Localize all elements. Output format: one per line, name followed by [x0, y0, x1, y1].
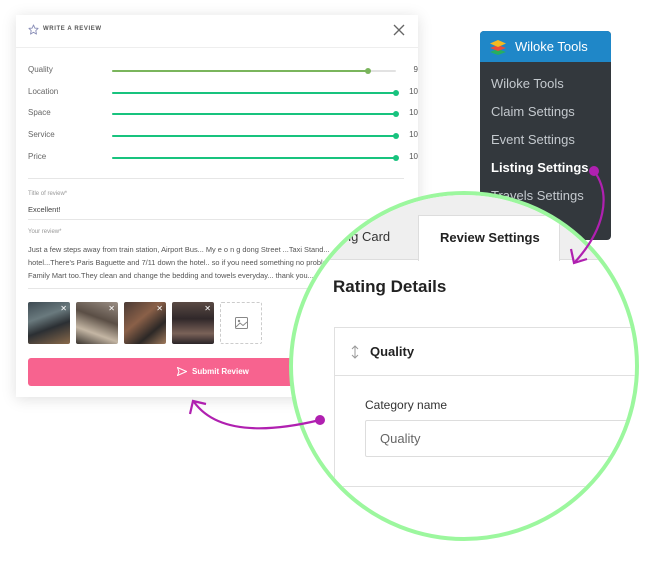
- slider-fill: [112, 157, 396, 159]
- section-title: Rating Details: [333, 277, 447, 296]
- tab-review-settings-label: Review Settings: [440, 230, 540, 245]
- divider: [28, 178, 404, 179]
- slider-handle[interactable]: [393, 90, 399, 96]
- slider-handle[interactable]: [393, 155, 399, 161]
- modal-header: WRITE A REVIEW: [16, 15, 418, 48]
- rating-slider-service[interactable]: Service 10: [28, 130, 418, 142]
- zoom-magnifier: ing Card Review Settings Rating Details …: [289, 191, 639, 541]
- image-icon: [235, 317, 248, 329]
- review-line: hotel...There's Paris Baguette and 7/11 …: [28, 258, 340, 267]
- rating-slider-quality[interactable]: Quality 9: [28, 65, 418, 77]
- menu-item-wiloke-tools[interactable]: Wiloke Tools: [491, 76, 564, 91]
- wiloke-menu-header[interactable]: Wiloke Tools: [480, 31, 611, 62]
- slider-track[interactable]: [112, 90, 399, 96]
- review-line: Family Mart too.They clean and change th…: [28, 271, 314, 280]
- category-name-input[interactable]: [365, 420, 635, 457]
- settings-tabs: ing Card Review Settings: [293, 195, 635, 261]
- rating-label: Price: [28, 152, 47, 161]
- tab-review-settings[interactable]: Review Settings: [418, 215, 560, 261]
- review-line: Just a few steps away from train station…: [28, 245, 330, 254]
- rating-value: 9: [413, 65, 418, 74]
- title-field-input[interactable]: Excellent!: [28, 205, 61, 214]
- rating-value: 10: [409, 108, 418, 117]
- rating-value: 10: [409, 87, 418, 96]
- remove-photo-icon[interactable]: ✕: [108, 304, 115, 314]
- photo-thumbnail: ✕: [172, 302, 214, 344]
- slider-fill: [112, 92, 396, 94]
- quality-panel-header[interactable]: Quality: [335, 328, 635, 376]
- photo-thumbnail: ✕: [124, 302, 166, 344]
- category-name-label: Category name: [365, 398, 448, 412]
- rating-label: Quality: [28, 65, 53, 74]
- rating-label: Space: [28, 108, 51, 117]
- review-field-label: Your review*: [28, 229, 62, 235]
- slider-track[interactable]: [112, 111, 399, 117]
- slider-handle[interactable]: [393, 111, 399, 117]
- slider-track[interactable]: [112, 68, 396, 74]
- send-icon: [177, 367, 187, 376]
- slider-handle[interactable]: [364, 68, 371, 74]
- remove-photo-icon[interactable]: ✕: [156, 304, 163, 314]
- slider-track[interactable]: [112, 155, 399, 161]
- rating-slider-space[interactable]: Space 10: [28, 108, 418, 120]
- slider-fill: [112, 70, 368, 72]
- wiloke-menu-title: Wiloke Tools: [515, 39, 588, 54]
- photo-thumbnail: ✕: [76, 302, 118, 344]
- drag-handle-icon[interactable]: [351, 345, 359, 359]
- tab-listing-card[interactable]: ing Card: [341, 229, 390, 244]
- modal-title: WRITE A REVIEW: [43, 26, 102, 32]
- close-icon[interactable]: [393, 24, 405, 36]
- menu-item-listing-settings[interactable]: Listing Settings: [491, 160, 589, 175]
- title-field-label: Title of review*: [28, 191, 68, 197]
- rating-value: 10: [409, 130, 418, 139]
- review-textarea[interactable]: Just a few steps away from train station…: [28, 243, 340, 282]
- remove-photo-icon[interactable]: ✕: [204, 304, 211, 314]
- rating-value: 10: [409, 152, 418, 161]
- layers-logo-icon: [490, 40, 506, 55]
- add-photo-button[interactable]: [220, 302, 262, 344]
- slider-track[interactable]: [112, 133, 399, 139]
- menu-item-event-settings[interactable]: Event Settings: [491, 132, 575, 147]
- rating-slider-location[interactable]: Location 10: [28, 87, 418, 99]
- rating-slider-price[interactable]: Price 10: [28, 152, 418, 164]
- submit-review-label: Submit Review: [192, 367, 249, 376]
- quality-panel: Quality Category name: [334, 327, 635, 487]
- quality-panel-title: Quality: [370, 344, 415, 359]
- slider-handle[interactable]: [393, 133, 399, 139]
- menu-item-claim-settings[interactable]: Claim Settings: [491, 104, 575, 119]
- star-icon: [28, 24, 39, 35]
- rating-label: Service: [28, 130, 55, 139]
- slider-fill: [112, 135, 396, 137]
- photo-thumbnail: ✕: [28, 302, 70, 344]
- rating-label: Location: [28, 87, 59, 96]
- slider-fill: [112, 113, 396, 115]
- remove-photo-icon[interactable]: ✕: [60, 304, 67, 314]
